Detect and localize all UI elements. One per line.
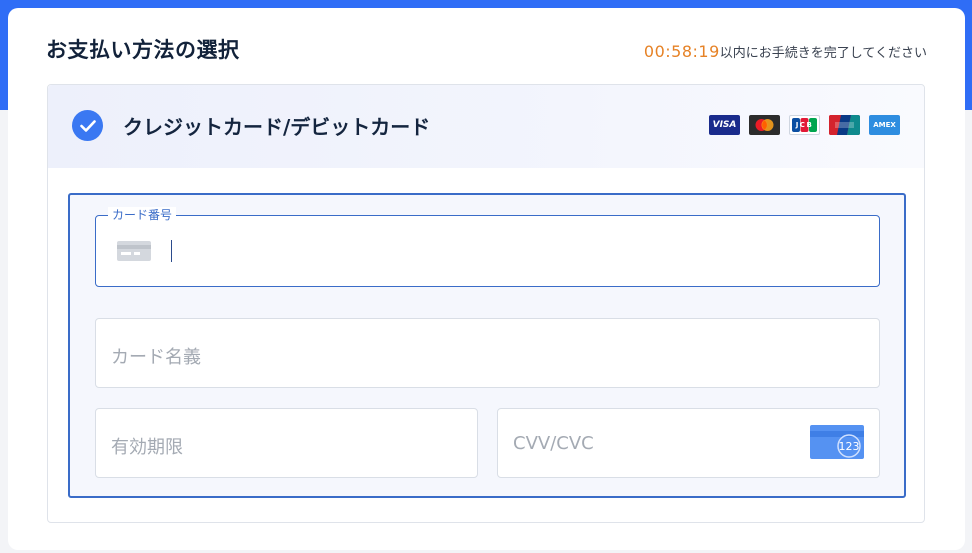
visa-icon: VISA	[709, 115, 740, 135]
expiry-placeholder: 有効期限	[111, 437, 183, 458]
payment-method-header[interactable]: クレジットカード/デビットカード VISA JCB AMEX	[48, 85, 924, 168]
text-cursor	[171, 240, 172, 262]
card-name-placeholder: カード名義	[111, 347, 201, 368]
card-brand-list: VISA JCB AMEX	[709, 115, 900, 135]
card-number-label: カード番号	[108, 207, 177, 223]
credit-card-icon	[116, 238, 152, 268]
payment-method-label: クレジットカード/デビットカード	[123, 115, 431, 139]
timer-notice: 00:58:19以内にお手続きを完了してください	[644, 42, 927, 61]
jcb-icon: JCB	[789, 115, 820, 135]
payment-method-option: クレジットカード/デビットカード VISA JCB AMEX カード番号 カード…	[47, 84, 925, 523]
payment-card: お支払い方法の選択 00:58:19以内にお手続きを完了してください クレジット…	[8, 8, 965, 550]
amex-icon: AMEX	[869, 115, 900, 135]
svg-text:123: 123	[839, 440, 860, 453]
timer-count: 00:58:19	[643, 42, 720, 61]
mastercard-icon	[749, 115, 780, 135]
expiry-field[interactable]: 有効期限	[95, 408, 478, 478]
card-name-field[interactable]: カード名義	[95, 318, 880, 388]
cvv-field[interactable]: CVV/CVC 123	[497, 408, 880, 478]
check-icon[interactable]	[72, 110, 103, 141]
cvv-placeholder: CVV/CVC	[513, 433, 594, 454]
timer-suffix: 以内にお手続きを完了してください	[719, 46, 927, 61]
unionpay-icon	[829, 115, 860, 135]
page-title: お支払い方法の選択	[46, 38, 240, 62]
card-number-field[interactable]: カード番号	[95, 207, 880, 287]
cvv-card-icon: 123	[810, 424, 864, 464]
card-form: カード番号 カード名義 有効期限 CVV/CVC 123	[68, 193, 906, 498]
